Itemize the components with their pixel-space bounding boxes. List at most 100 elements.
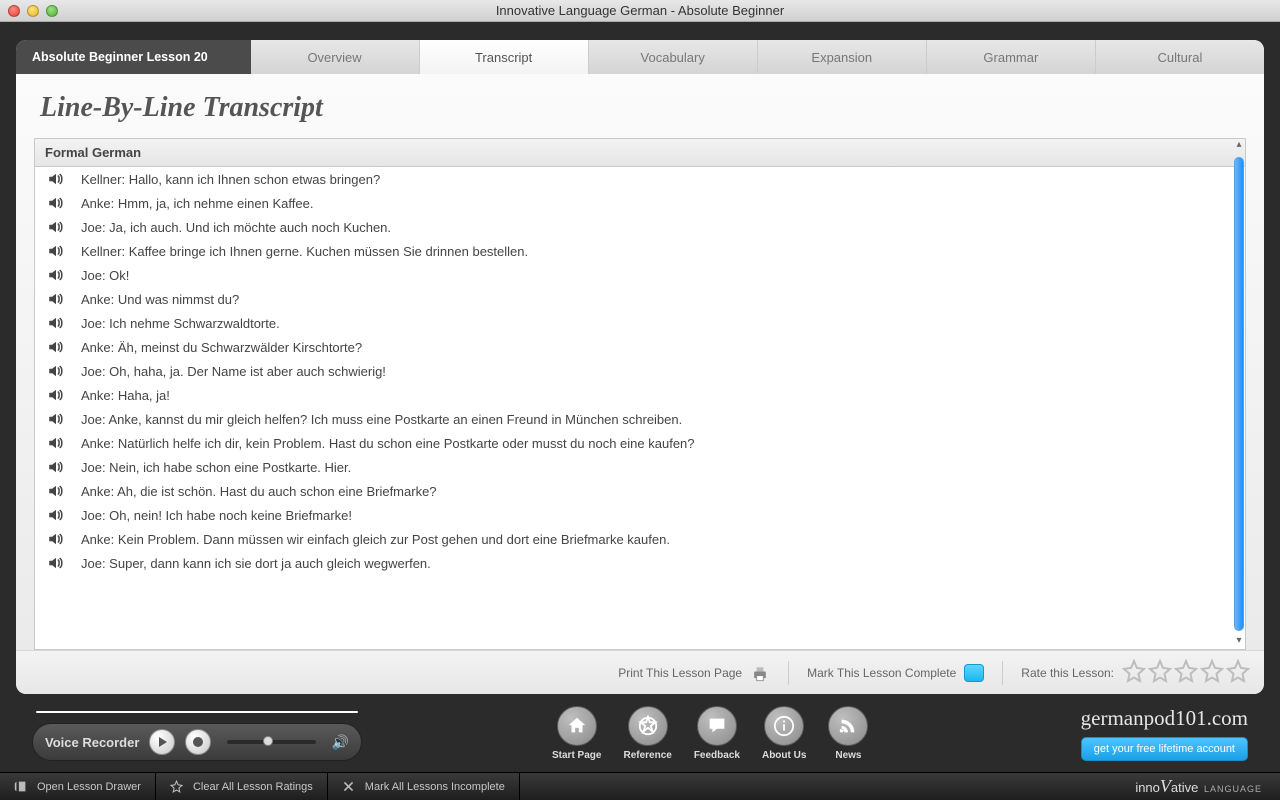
play-line-audio-button[interactable]	[45, 290, 67, 308]
transcript-line: Anke: Kein Problem. Dann müssen wir einf…	[35, 527, 1245, 551]
tab-expansion[interactable]: Expansion	[758, 40, 927, 74]
transcript-text: Anke: Hmm, ja, ich nehme einen Kaffee.	[81, 196, 313, 211]
transcript-line: Joe: Nein, ich habe schon eine Postkarte…	[35, 455, 1245, 479]
transcript-line: Joe: Oh, haha, ja. Der Name ist aber auc…	[35, 359, 1245, 383]
brand-prefix: inno	[1135, 780, 1160, 795]
star-icon[interactable]	[1122, 659, 1146, 686]
lesson-title-tab[interactable]: Absolute Beginner Lesson 20	[16, 40, 251, 74]
brand-sub: LANGUAGE	[1204, 784, 1262, 794]
transcript-text: Joe: Super, dann kann ich sie dort ja au…	[81, 556, 431, 571]
star-icon[interactable]	[1174, 659, 1198, 686]
nav-label: Reference	[623, 750, 671, 761]
tab-transcript[interactable]: Transcript	[420, 40, 589, 74]
transcript-line: Anke: Und was nimmst du?	[35, 287, 1245, 311]
play-line-audio-button[interactable]	[45, 362, 67, 380]
brand-logo: innoVative LANGUAGE	[1135, 776, 1280, 797]
app-frame: Absolute Beginner Lesson 20 Overview Tra…	[0, 22, 1280, 772]
rate-label: Rate this Lesson:	[1021, 666, 1114, 680]
transcript-line: Joe: Ich nehme Schwarzwaldtorte.	[35, 311, 1245, 335]
transcript-text: Joe: Anke, kannst du mir gleich helfen? …	[81, 412, 682, 427]
transcript-text: Joe: Ja, ich auch. Und ich möchte auch n…	[81, 220, 391, 235]
transcript-line: Joe: Ja, ich auch. Und ich möchte auch n…	[35, 215, 1245, 239]
printer-icon	[750, 664, 770, 682]
play-line-audio-button[interactable]	[45, 458, 67, 476]
tab-vocabulary[interactable]: Vocabulary	[589, 40, 758, 74]
recorder-panel: Voice Recorder 🔊	[32, 705, 362, 761]
transcript-text: Joe: Ok!	[81, 268, 129, 283]
nav-about-button[interactable]: About Us	[762, 706, 806, 761]
mark-complete-button[interactable]: Mark This Lesson Complete	[807, 664, 984, 682]
promo-cta-button[interactable]: get your free lifetime account	[1081, 737, 1248, 761]
play-button[interactable]	[149, 729, 175, 755]
scrollbar[interactable]: ▴ ▾	[1231, 139, 1246, 649]
rating-stars[interactable]	[1122, 659, 1250, 686]
mark-incomplete-button[interactable]: Mark All Lessons Incomplete	[328, 773, 520, 800]
play-line-audio-button[interactable]	[45, 242, 67, 260]
star-icon[interactable]	[1148, 659, 1172, 686]
scroll-up-arrow-icon[interactable]: ▴	[1232, 139, 1246, 153]
drawer-icon	[14, 780, 27, 793]
feedback-icon	[697, 706, 737, 746]
record-button[interactable]	[185, 729, 211, 755]
print-lesson-button[interactable]: Print This Lesson Page	[618, 664, 770, 682]
transcript-table: Formal German Kellner: Hallo, kann ich I…	[34, 138, 1246, 650]
separator	[1002, 661, 1003, 685]
nav-feedback-button[interactable]: Feedback	[694, 706, 740, 761]
transcript-line: Anke: Äh, meinst du Schwarzwälder Kirsch…	[35, 335, 1245, 359]
play-line-audio-button[interactable]	[45, 530, 67, 548]
tab-cultural[interactable]: Cultural	[1096, 40, 1264, 74]
volume-knob[interactable]	[263, 736, 273, 746]
play-line-audio-button[interactable]	[45, 218, 67, 236]
play-line-audio-button[interactable]	[45, 482, 67, 500]
play-line-audio-button[interactable]	[45, 554, 67, 572]
play-line-audio-button[interactable]	[45, 434, 67, 452]
transcript-line: Anke: Natürlich helfe ich dir, kein Prob…	[35, 431, 1245, 455]
play-icon	[159, 737, 167, 747]
transcript-line: Anke: Ah, die ist schön. Hast du auch sc…	[35, 479, 1245, 503]
print-label: Print This Lesson Page	[618, 666, 742, 680]
star-icon[interactable]	[1200, 659, 1224, 686]
play-line-audio-button[interactable]	[45, 170, 67, 188]
star-outline-icon	[170, 780, 183, 793]
transcript-text: Joe: Ich nehme Schwarzwaldtorte.	[81, 316, 280, 331]
scroll-down-arrow-icon[interactable]: ▾	[1232, 635, 1246, 649]
nav-news-button[interactable]: News	[828, 706, 868, 761]
nav-start-button[interactable]: Start Page	[552, 706, 601, 761]
transcript-text: Anke: Kein Problem. Dann müssen wir einf…	[81, 532, 670, 547]
transcript-lines[interactable]: Kellner: Hallo, kann ich Ihnen schon etw…	[35, 167, 1245, 649]
transcript-line: Joe: Super, dann kann ich sie dort ja au…	[35, 551, 1245, 575]
nav-reference-button[interactable]: Reference	[623, 706, 671, 761]
open-lesson-drawer-button[interactable]: Open Lesson Drawer	[0, 773, 156, 800]
news-icon	[828, 706, 868, 746]
promo-domain[interactable]: germanpod101.com	[1081, 706, 1248, 731]
transcript-text: Anke: Äh, meinst du Schwarzwälder Kirsch…	[81, 340, 362, 355]
transcript-text: Anke: Ah, die ist schön. Hast du auch sc…	[81, 484, 437, 499]
transcript-text: Anke: Haha, ja!	[81, 388, 170, 403]
play-line-audio-button[interactable]	[45, 194, 67, 212]
checkbox-icon	[964, 664, 984, 682]
tabs: Absolute Beginner Lesson 20 Overview Tra…	[16, 40, 1264, 74]
clear-ratings-button[interactable]: Clear All Lesson Ratings	[156, 773, 328, 800]
audio-progress[interactable]	[36, 711, 358, 713]
open-drawer-label: Open Lesson Drawer	[37, 781, 141, 793]
titlebar: Innovative Language German - Absolute Be…	[0, 0, 1280, 22]
play-line-audio-button[interactable]	[45, 506, 67, 524]
rate-lesson: Rate this Lesson:	[1021, 659, 1250, 686]
volume-slider[interactable]	[227, 740, 315, 744]
lower-toolbar: Voice Recorder 🔊 Start Page Reference Feed…	[16, 694, 1264, 772]
play-line-audio-button[interactable]	[45, 338, 67, 356]
tab-overview[interactable]: Overview	[251, 40, 420, 74]
reference-icon	[628, 706, 668, 746]
tab-grammar[interactable]: Grammar	[927, 40, 1096, 74]
play-line-audio-button[interactable]	[45, 314, 67, 332]
about-icon	[764, 706, 804, 746]
play-line-audio-button[interactable]	[45, 410, 67, 428]
nav-label: Start Page	[552, 750, 601, 761]
transcript-text: Kellner: Hallo, kann ich Ihnen schon etw…	[81, 172, 380, 187]
play-line-audio-button[interactable]	[45, 266, 67, 284]
transcript-text: Kellner: Kaffee bringe ich Ihnen gerne. …	[81, 244, 528, 259]
transcript-line: Kellner: Kaffee bringe ich Ihnen gerne. …	[35, 239, 1245, 263]
scroll-thumb[interactable]	[1234, 157, 1244, 631]
play-line-audio-button[interactable]	[45, 386, 67, 404]
star-icon[interactable]	[1226, 659, 1250, 686]
